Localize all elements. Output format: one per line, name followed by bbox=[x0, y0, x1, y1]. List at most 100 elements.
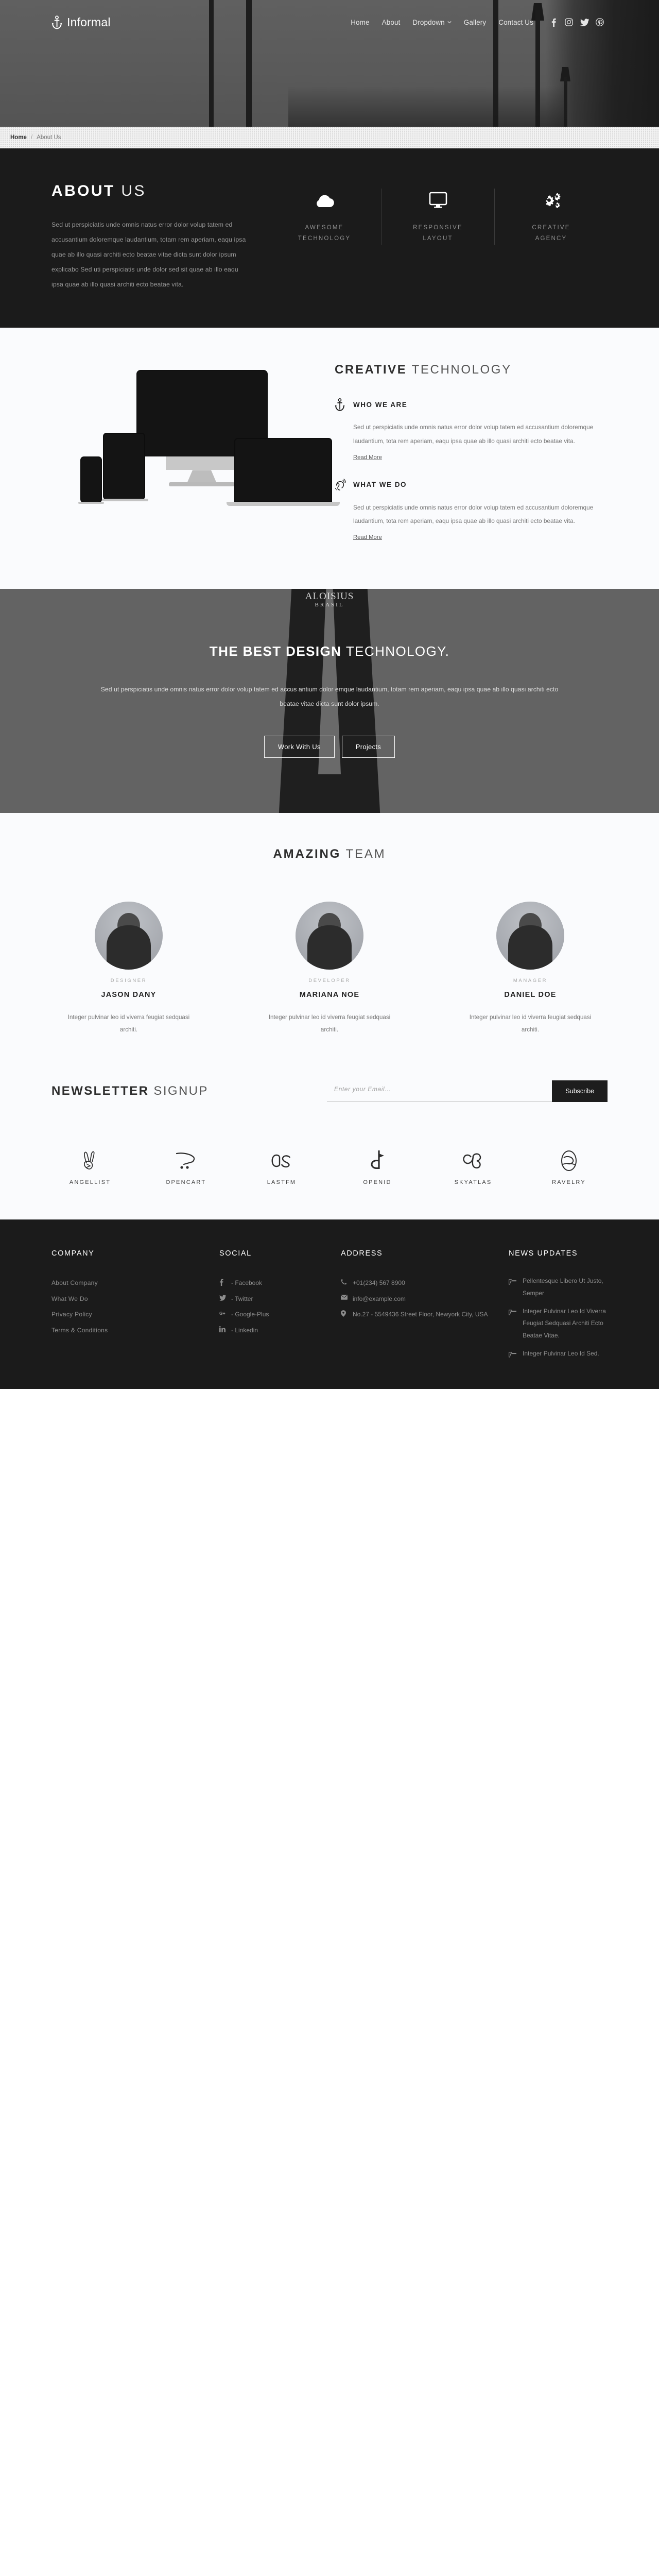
brand-lastfm[interactable]: LASTFM bbox=[243, 1146, 320, 1185]
folder-icon bbox=[509, 1275, 517, 1299]
footer-news-text: Integer Pulvinar Leo Id Sed. bbox=[523, 1350, 599, 1358]
feature-line2: LAYOUT bbox=[423, 235, 453, 242]
brand-angellist[interactable]: ANGELLIST bbox=[51, 1146, 129, 1185]
brand-ravelry[interactable]: RAVELRY bbox=[530, 1146, 608, 1185]
nav-item-dropdown[interactable]: Dropdown bbox=[406, 19, 457, 26]
brand-name: Informal bbox=[67, 15, 111, 29]
chevron-down-icon bbox=[447, 21, 452, 24]
pinterest-icon[interactable] bbox=[592, 15, 608, 29]
footer-link-privacy-policy[interactable]: Privacy Policy bbox=[51, 1307, 201, 1323]
nav-item-home[interactable]: Home bbox=[344, 19, 375, 26]
brand-label: OPENCART bbox=[165, 1179, 206, 1186]
brand-skyatlas[interactable]: SKYATLAS bbox=[435, 1146, 512, 1185]
breadcrumb-home[interactable]: Home bbox=[10, 134, 27, 141]
feature-responsive-layout: RESPONSIVE LAYOUT bbox=[381, 189, 494, 245]
footer-news-item[interactable]: Pellentesque Libero Ut Justo, Semper bbox=[509, 1275, 608, 1299]
about-left: ABOUT US Sed ut perspiciatis unde omnis … bbox=[51, 182, 247, 292]
banner-title-light: TECHNOLOGY. bbox=[345, 643, 450, 659]
brand-label: RAVELRY bbox=[552, 1179, 586, 1186]
member-description: Integer pulvinar leo id viverra feugiat … bbox=[67, 1013, 190, 1033]
footer-address-location[interactable]: No.27 - 5549436 Street Floor, Newyork Ci… bbox=[341, 1307, 490, 1323]
nav-item-gallery[interactable]: Gallery bbox=[458, 19, 492, 26]
creative-title: CREATIVE TECHNOLOGY bbox=[335, 363, 608, 377]
footer-link-what-we-do[interactable]: What We Do bbox=[51, 1291, 201, 1307]
newsletter-title-bold: NEWSLETTER bbox=[51, 1084, 149, 1098]
breadcrumb-current: About Us bbox=[37, 134, 61, 141]
avatar bbox=[95, 901, 163, 970]
read-more-link[interactable]: Read More bbox=[353, 454, 382, 461]
footer-link-terms-conditions[interactable]: Terms & Conditions bbox=[51, 1323, 201, 1338]
member-name: DANIEL DOE bbox=[504, 990, 557, 999]
nav-links: Home About Dropdown Gallery Contact Us bbox=[344, 19, 540, 26]
footer-social-twitter[interactable]: - Twitter bbox=[219, 1291, 322, 1307]
imac-base bbox=[169, 482, 235, 487]
nav-item-about[interactable]: About bbox=[376, 19, 407, 26]
brand-label: ANGELLIST bbox=[69, 1179, 111, 1186]
work-with-us-button[interactable]: Work With Us bbox=[264, 736, 335, 758]
brand-label: LASTFM bbox=[267, 1179, 297, 1186]
brand-label: SKYATLAS bbox=[454, 1179, 492, 1186]
brand-logo[interactable]: Informal bbox=[51, 15, 111, 29]
nav-label: Dropdown bbox=[412, 18, 445, 26]
footer-link-about-company[interactable]: About Company bbox=[51, 1275, 201, 1291]
footer-news-item[interactable]: Integer Pulvinar Leo Id Viverra Feugiat … bbox=[509, 1306, 608, 1342]
nav-social-icons bbox=[546, 15, 608, 29]
footer-column-title: COMPANY bbox=[51, 1249, 95, 1258]
twitter-icon[interactable] bbox=[577, 15, 592, 29]
footer-news-text: Pellentesque Libero Ut Justo, Semper bbox=[523, 1277, 603, 1297]
banner-text: Sed ut perspiciatis unde omnis natus err… bbox=[100, 685, 559, 708]
folder-icon bbox=[509, 1348, 517, 1362]
feature-creative-agency: CREATIVE AGENCY bbox=[494, 189, 608, 245]
footer-address-phone[interactable]: +01(234) 567 8900 bbox=[341, 1275, 490, 1291]
footer-email-text: info@example.com bbox=[353, 1295, 406, 1302]
twitter-icon bbox=[219, 1291, 227, 1301]
phone-device bbox=[80, 456, 102, 503]
anchor-icon bbox=[51, 15, 62, 29]
facebook-icon[interactable] bbox=[546, 15, 561, 29]
navbar: Informal Home About Dropdown Gallery Con… bbox=[0, 0, 659, 44]
footer-social-label: - Google-Plus bbox=[231, 1311, 269, 1318]
breadcrumb-separator: / bbox=[30, 134, 33, 141]
nav-right: Home About Dropdown Gallery Contact Us bbox=[344, 15, 608, 29]
member-name: MARIANA NOE bbox=[299, 990, 360, 999]
footer-social-label: - Linkedin bbox=[231, 1327, 258, 1334]
footer-social-linkedin[interactable]: - Linkedin bbox=[219, 1323, 322, 1338]
footer-address-email[interactable]: info@example.com bbox=[341, 1291, 490, 1307]
footer: COMPANY About Company What We Do Privacy… bbox=[0, 1219, 659, 1389]
svg-text:G+: G+ bbox=[219, 1311, 226, 1316]
nav-label: About bbox=[381, 18, 401, 26]
newsletter-form: Subscribe bbox=[327, 1080, 608, 1103]
footer-column-title: SOCIAL bbox=[219, 1249, 252, 1258]
googleplus-icon: G+ bbox=[219, 1307, 227, 1316]
brand-opencart[interactable]: OPENCART bbox=[147, 1146, 224, 1185]
feature-line2: TECHNOLOGY bbox=[298, 235, 351, 242]
member-description: Integer pulvinar leo id viverra feugiat … bbox=[469, 1013, 592, 1033]
banner-overlay-text: ALOISIUS BRASIL bbox=[305, 591, 354, 608]
footer-social-facebook[interactable]: - Facebook bbox=[219, 1275, 322, 1291]
footer-news-item[interactable]: Integer Pulvinar Leo Id Sed. bbox=[509, 1348, 608, 1362]
about-title-light: US bbox=[121, 182, 146, 199]
imac-chin bbox=[166, 456, 238, 470]
projects-button[interactable]: Projects bbox=[341, 736, 395, 758]
tablet-base bbox=[101, 499, 148, 502]
email-input[interactable] bbox=[327, 1080, 552, 1103]
team-member: MANAGER DANIEL DOE Integer pulvinar leo … bbox=[466, 901, 595, 1037]
subscribe-button[interactable]: Subscribe bbox=[552, 1080, 608, 1103]
nav-item-contact-us[interactable]: Contact Us bbox=[492, 19, 540, 26]
about-text: Sed ut perspiciatis unde omnis natus err… bbox=[51, 221, 246, 288]
newsletter-section: NEWSLETTER SIGNUP Subscribe bbox=[0, 1080, 659, 1129]
envelope-icon bbox=[341, 1291, 349, 1300]
footer-phone-text: +01(234) 567 8900 bbox=[353, 1279, 405, 1287]
read-more-link[interactable]: Read More bbox=[353, 534, 382, 540]
team-title-bold: AMAZING bbox=[273, 846, 341, 861]
feature-label: RESPONSIVE LAYOUT bbox=[391, 223, 485, 245]
breadcrumb: Home / About Us bbox=[0, 127, 659, 148]
cloud-icon bbox=[277, 189, 372, 212]
footer-social-googleplus[interactable]: G+ - Google-Plus bbox=[219, 1307, 322, 1323]
instagram-icon[interactable] bbox=[561, 15, 577, 29]
banner-buttons: Work With Us Projects bbox=[98, 736, 561, 758]
brand-openid[interactable]: OPENID bbox=[339, 1146, 416, 1185]
feature-label: CREATIVE AGENCY bbox=[504, 223, 598, 245]
lastfm-icon bbox=[243, 1146, 320, 1175]
team-members: DESIGNER JASON DANY Integer pulvinar leo… bbox=[51, 901, 608, 1037]
